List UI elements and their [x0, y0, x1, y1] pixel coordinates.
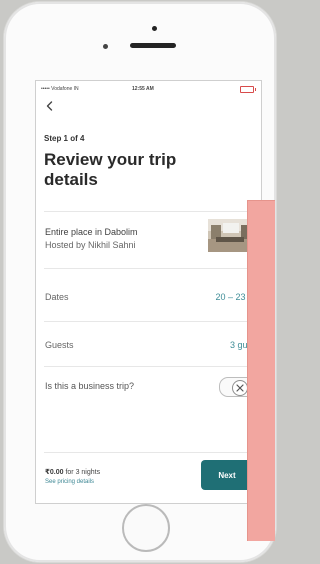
carrier-label: ••••• Vodafone IN: [41, 86, 79, 92]
divider: [44, 211, 261, 212]
close-icon: [236, 384, 244, 392]
guests-label: Guests: [45, 340, 74, 350]
pricing-details-link[interactable]: See pricing details: [45, 479, 94, 485]
overlay-panel: [247, 200, 275, 541]
home-button[interactable]: [122, 504, 170, 552]
price-suffix: for 3 nights: [65, 469, 101, 476]
next-button[interactable]: Next: [201, 460, 253, 490]
sensor-dot: [152, 26, 157, 31]
back-chevron-icon[interactable]: [44, 100, 56, 112]
divider: [44, 321, 261, 322]
page-title: Review your trip details: [44, 150, 177, 189]
business-trip-label: Is this a business trip?: [45, 381, 135, 391]
listing-host: Hosted by Nikhil Sahni: [45, 240, 136, 250]
dates-label: Dates: [45, 292, 69, 302]
earpiece-speaker: [130, 43, 176, 48]
step-indicator: Step 1 of 4: [44, 134, 85, 143]
phone-frame: ••••• Vodafone IN 12:55 AM Step 1 of 4 R…: [4, 2, 276, 562]
toggle-knob: [232, 380, 248, 396]
footer-divider: [44, 452, 261, 453]
front-camera: [103, 44, 108, 49]
divider: [44, 366, 261, 367]
status-bar: ••••• Vodafone IN 12:55 AM: [36, 81, 261, 97]
app-screen: ••••• Vodafone IN 12:55 AM Step 1 of 4 R…: [35, 80, 262, 504]
listing-name: Entire place in Dabolim: [45, 227, 138, 237]
price-amount: ₹0.00: [45, 469, 64, 476]
divider: [44, 268, 261, 269]
battery-icon: [240, 86, 256, 93]
price-line: ₹0.00 for 3 nights: [45, 468, 100, 476]
status-time: 12:55 AM: [132, 86, 154, 92]
